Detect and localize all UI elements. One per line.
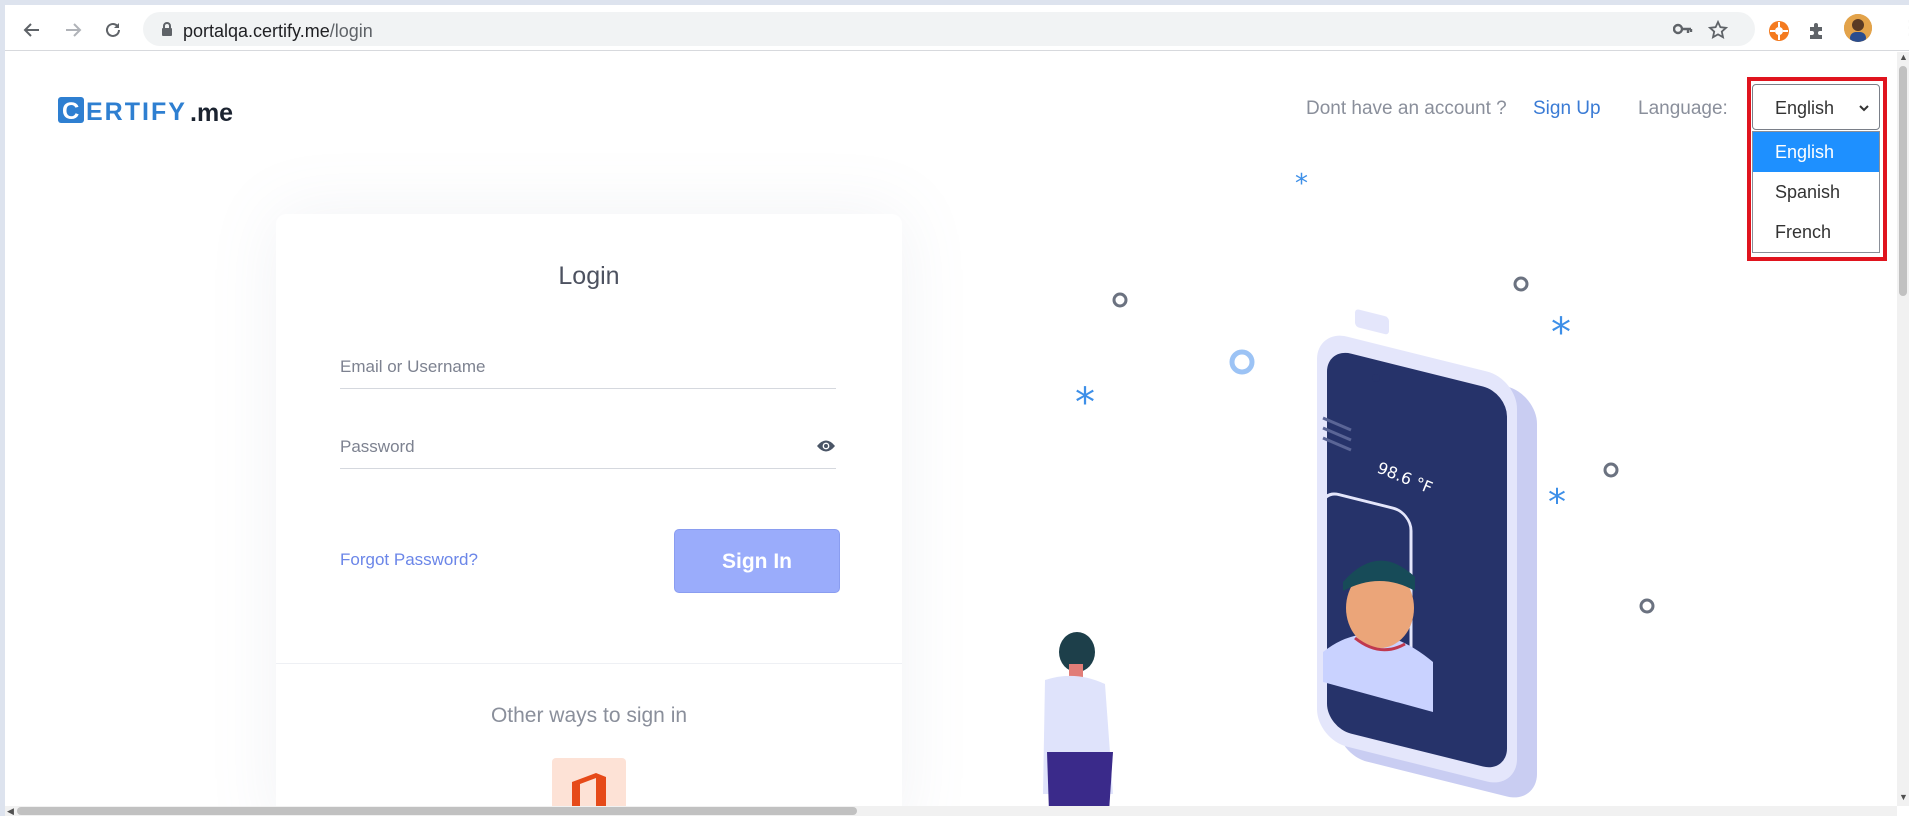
url-host: portalqa.certify.me (183, 21, 330, 41)
highlight-box (1747, 77, 1887, 261)
horizontal-scrollbar[interactable]: ◀ (5, 806, 1897, 816)
password-field[interactable]: Password (340, 425, 836, 469)
other-ways-heading: Other ways to sign in (490, 704, 688, 727)
back-icon[interactable] (17, 15, 47, 45)
scroll-left-icon[interactable]: ◀ (7, 806, 14, 816)
lock-icon (161, 22, 173, 41)
scroll-up-icon[interactable]: ▲ (1899, 52, 1908, 62)
phone-illustration: 98.6 °F (1317, 309, 1537, 798)
eye-icon[interactable] (816, 439, 836, 458)
key-icon[interactable] (1672, 20, 1693, 43)
vertical-scroll-thumb[interactable] (1899, 66, 1907, 296)
language-label: Language: (1638, 98, 1728, 119)
logo-suffix: .me (190, 99, 233, 126)
url-path: /login (329, 21, 373, 41)
reload-icon[interactable] (98, 15, 128, 45)
vertical-scrollbar[interactable]: ▲ ▼ (1897, 52, 1909, 806)
certify-logo[interactable]: C ERTIFY .me (58, 94, 248, 126)
forgot-password-link[interactable]: Forgot Password? (340, 550, 478, 570)
password-placeholder: Password (340, 437, 415, 456)
email-placeholder: Email or Username (340, 357, 486, 376)
puzzle-icon[interactable] (1806, 20, 1828, 42)
address-bar[interactable]: portalqa.certify.me/login (143, 12, 1755, 46)
email-field[interactable]: Email or Username (340, 345, 836, 389)
menu-icon[interactable]: ⋮ (1900, 15, 1909, 40)
logo-text: ERTIFY (86, 98, 187, 126)
url-text: portalqa.certify.me/login (183, 21, 373, 42)
account-prompt: Dont have an account ? (1306, 98, 1507, 119)
logo-letter: C (62, 98, 79, 125)
horizontal-scroll-thumb[interactable] (17, 807, 857, 815)
avatar[interactable] (1844, 14, 1872, 42)
extension-icon[interactable] (1768, 20, 1790, 42)
svg-text:*: * (1295, 169, 1308, 199)
browser-window: portalqa.certify.me/login ⋮ * * * (0, 0, 1909, 816)
svg-text:*: * (1551, 310, 1571, 356)
svg-text:*: * (1548, 482, 1566, 523)
office365-icon[interactable] (552, 758, 626, 806)
page-content: * * * * 98.6 °F C ERTIFY .me Dont have a… (5, 52, 1897, 806)
scroll-down-icon[interactable]: ▼ (1899, 792, 1908, 802)
browser-toolbar: portalqa.certify.me/login ⋮ (5, 5, 1909, 51)
sign-in-button[interactable]: Sign In (674, 529, 840, 593)
divider (276, 663, 902, 664)
person-illustration (1043, 632, 1113, 806)
svg-text:*: * (1075, 380, 1095, 426)
login-title: Login (558, 262, 620, 290)
signup-link[interactable]: Sign Up (1533, 98, 1601, 120)
star-icon[interactable] (1707, 19, 1729, 45)
login-card: Login Email or Username Password Forgot … (276, 214, 902, 806)
forward-icon[interactable] (58, 15, 88, 45)
